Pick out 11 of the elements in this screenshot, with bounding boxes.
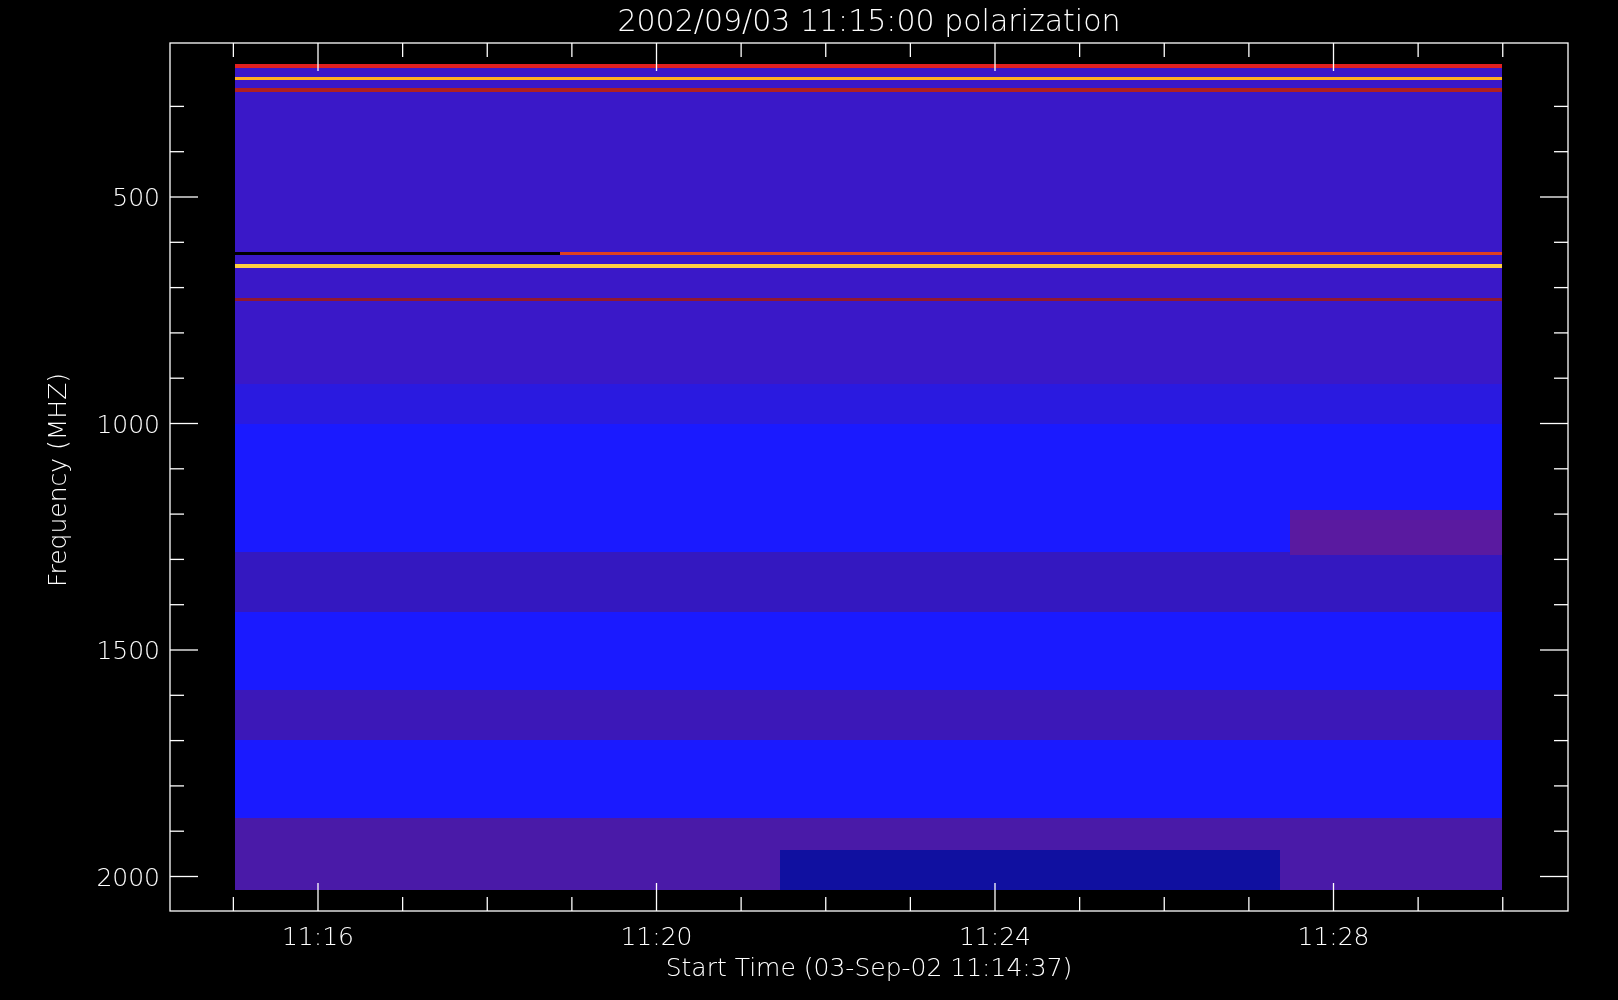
x-tick-label: 11:28 xyxy=(1297,922,1370,951)
y-tick-label: 2000 xyxy=(96,862,160,892)
x-tick-label: 11:16 xyxy=(282,922,354,951)
x-axis-label: Start Time (03-Sep-02 11:14:37) xyxy=(665,953,1073,982)
y-tick-label: 500 xyxy=(112,183,160,212)
y-tick-label: 1500 xyxy=(96,636,160,665)
y-tick-label: 1000 xyxy=(96,409,160,439)
x-tick-label: 11:20 xyxy=(620,922,693,951)
plot-title: 2002/09/03 11:15:00 polarization xyxy=(617,3,1121,38)
x-tick-label: 11:24 xyxy=(959,922,1031,951)
y-axis-label: Frequency (MHZ) xyxy=(43,372,72,588)
